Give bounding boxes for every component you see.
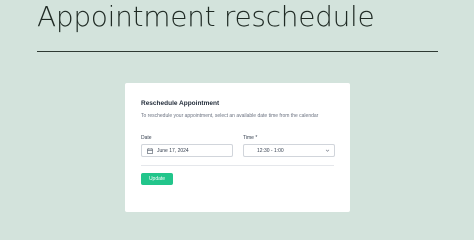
form-divider [141, 165, 334, 166]
chevron-down-icon [325, 148, 330, 153]
card-title: Reschedule Appointment [141, 100, 220, 107]
card-description: To reschedule your appointment, select a… [141, 113, 319, 119]
date-label: Date [141, 135, 152, 141]
date-input[interactable]: June 17, 2024 [141, 144, 233, 157]
time-label: Time * [243, 135, 258, 141]
calendar-icon [147, 147, 153, 154]
title-divider [37, 51, 438, 52]
date-value: June 17, 2024 [157, 147, 189, 154]
time-select[interactable]: 12:30 - 1:00 [243, 144, 335, 157]
update-button[interactable]: Update [141, 173, 173, 185]
page-title: Appointment reschedule [37, 0, 375, 33]
reschedule-card: Reschedule Appointment To reschedule you… [125, 83, 350, 212]
time-value: 12:30 - 1:00 [257, 147, 284, 154]
